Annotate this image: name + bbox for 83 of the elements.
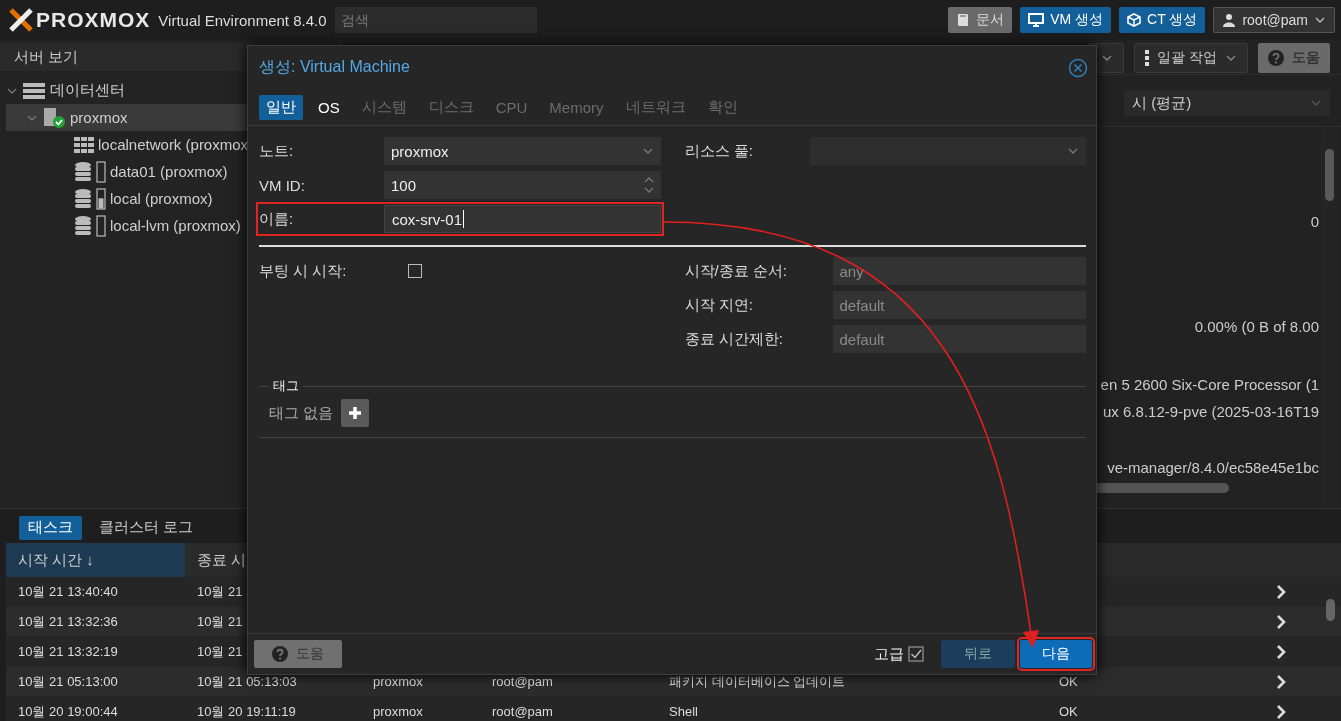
- table-cell: 10월 21 13:40:40: [18, 582, 118, 601]
- timeframe-dropdown[interactable]: 시 (평균): [1124, 90, 1330, 116]
- field-label: 노트:: [259, 141, 295, 161]
- add-tag-button[interactable]: [341, 399, 370, 427]
- dropdown-field[interactable]: proxmox: [384, 137, 661, 165]
- table-cell: 10월 21 13:32:19: [18, 642, 118, 661]
- chevron-right-icon[interactable]: [1276, 584, 1286, 599]
- checkbox[interactable]: [908, 646, 924, 662]
- bulk-action-button[interactable]: 일괄 작업: [1134, 43, 1248, 73]
- table-cell: root@pam: [492, 704, 553, 719]
- header-button[interactable]: CT 생성: [1119, 7, 1206, 33]
- field-label: 리소스 풀:: [684, 141, 754, 161]
- close-icon[interactable]: [1068, 57, 1088, 78]
- tab[interactable]: 클러스터 로그: [90, 515, 203, 540]
- header-button[interactable]: VM 생성: [1020, 7, 1112, 33]
- input-field[interactable]: default: [832, 325, 1086, 353]
- table-cell: 10월 20 19:11:19: [197, 702, 296, 721]
- summary-value: ux 6.8.12-9-pve (2025-03-16T19: [1103, 403, 1319, 421]
- checkbox-label: 고급: [874, 644, 904, 664]
- logo-text: PROXMOX: [36, 8, 151, 32]
- tab[interactable]: 태스크: [19, 515, 82, 540]
- chevron-right-icon[interactable]: [1276, 674, 1286, 689]
- header-button[interactable]: 문서: [948, 7, 1013, 33]
- table-cell: root@pam: [492, 674, 553, 689]
- summary-value: 0.00% (0 B of 8.00: [1194, 318, 1319, 336]
- search-field[interactable]: 검색: [334, 7, 537, 33]
- input-field[interactable]: any: [832, 257, 1086, 285]
- vertical-dots-icon: [1145, 50, 1150, 66]
- number-field[interactable]: 100: [384, 171, 661, 199]
- person-icon: [1222, 13, 1237, 27]
- chevron-right-icon[interactable]: [1276, 644, 1286, 659]
- empty-tags-text: 태그 없음: [269, 403, 334, 423]
- next-button[interactable]: 다음: [1020, 640, 1092, 668]
- grid-icon: [74, 136, 94, 153]
- database-icon: [74, 161, 92, 182]
- spinner-arrows-icon: [643, 176, 654, 194]
- summary-value: ve-manager/8.4.0/ec58e45e1bc: [1107, 459, 1319, 477]
- usage-bar: [96, 187, 106, 210]
- server-rack-icon: [22, 81, 46, 100]
- database-icon: [74, 188, 92, 209]
- table-cell: OK: [1059, 704, 1078, 719]
- help-icon: [1268, 50, 1284, 66]
- logo-x-icon: [8, 8, 34, 32]
- dropdown-field[interactable]: [809, 137, 1086, 165]
- field-label: VM ID:: [259, 176, 306, 194]
- table-cell: 10월 20 19:00:44: [18, 702, 118, 721]
- table-cell: 10월 21 13:32:36: [18, 612, 118, 631]
- table-cell: 10월 21: [197, 612, 243, 631]
- table-cell: 10월 21: [197, 642, 243, 661]
- summary-value: 0: [1310, 213, 1319, 231]
- table-cell: proxmox: [373, 674, 423, 689]
- field-label: 시작/종료 순서:: [684, 261, 788, 281]
- table-cell: 패키지 데이터베이스 업데이트: [669, 672, 846, 691]
- plus-icon: [348, 406, 363, 420]
- field-label: 부팅 시 시작:: [259, 261, 348, 281]
- summary-value: en 5 2600 Six-Core Processor (1: [1100, 376, 1319, 394]
- table-cell: 10월 21 05:13:03: [197, 672, 297, 691]
- server-check-icon: [42, 106, 66, 129]
- usage-bar: [96, 214, 106, 237]
- table-cell: Shell: [669, 704, 698, 719]
- help-icon: [272, 646, 288, 662]
- table-cell: proxmox: [373, 704, 423, 719]
- monitor-icon: [1028, 13, 1045, 27]
- table-cell: 10월 21 05:13:00: [18, 672, 118, 691]
- tab[interactable]: 일반: [259, 94, 303, 120]
- column-header[interactable]: 시작 시간 ↓: [6, 543, 185, 577]
- chevron-right-icon[interactable]: [1276, 614, 1286, 629]
- field-label: 종료 시간제한:: [684, 329, 784, 349]
- table-cell: 10월 21: [197, 582, 243, 601]
- table-cell: OK: [1059, 674, 1078, 689]
- database-icon: [74, 215, 92, 236]
- book-icon: [956, 13, 971, 27]
- field-label: 시작 지연:: [684, 295, 754, 315]
- fieldset-legend: 태그: [269, 377, 303, 395]
- input-field[interactable]: default: [832, 291, 1086, 319]
- field-label: 이름:: [259, 209, 295, 229]
- usage-bar: [96, 160, 106, 183]
- product-version: Virtual Environment 8.4.0: [158, 11, 327, 29]
- chevron-right-icon[interactable]: [1276, 704, 1286, 719]
- cube-icon: [1127, 13, 1142, 27]
- checkbox[interactable]: [408, 264, 422, 278]
- input-field[interactable]: cox-srv-01: [384, 205, 661, 233]
- user-menu-button[interactable]: root@pam: [1213, 7, 1335, 33]
